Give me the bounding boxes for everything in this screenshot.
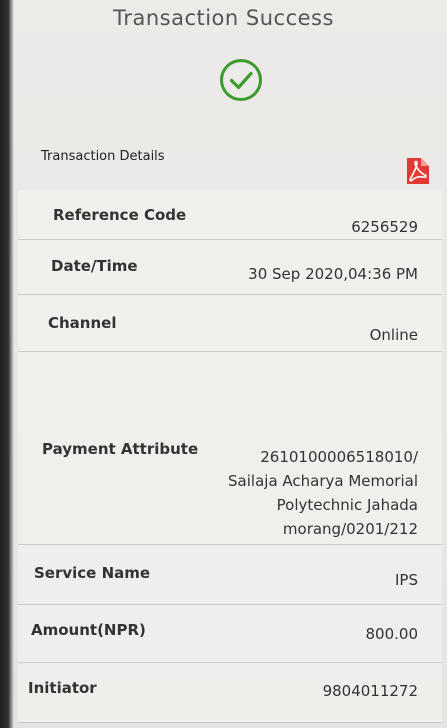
payment-attribute-line: Sailaja Acharya Memorial (228, 472, 418, 490)
service-name-label: Service Name (34, 564, 151, 582)
amount-label: Amount(NPR) (31, 621, 146, 639)
device-bezel (0, 0, 14, 728)
detail-row-amount: Amount(NPR) 800.00 (18, 605, 442, 663)
pdf-icon[interactable] (404, 157, 432, 185)
detail-row-date-time: Date/Time 30 Sep 2020,04:36 PM (18, 240, 442, 295)
detail-row-service-name: Service Name IPS (18, 545, 442, 605)
payment-attribute-line: 2610100006518010/ (260, 448, 418, 466)
transaction-details-label: Transaction Details (41, 149, 165, 164)
payment-attribute-line: Polytechnic Jahada (276, 496, 418, 514)
detail-row-reference-code: Reference Code 6256529 (18, 190, 442, 240)
payment-attribute-value: 2610100006518010/ Sailaja Acharya Memori… (228, 445, 418, 541)
transaction-details-table: Reference Code 6256529 Date/Time 30 Sep … (18, 190, 442, 723)
payment-attribute-label: Payment Attribute (42, 440, 199, 458)
reference-code-label: Reference Code (53, 206, 187, 224)
page-title: Transaction Success (113, 6, 334, 30)
reference-code-value: 6256529 (351, 218, 418, 236)
date-time-value: 30 Sep 2020,04:36 PM (248, 265, 418, 283)
detail-row-payment-attribute: Payment Attribute 2610100006518010/ Sail… (18, 352, 442, 545)
channel-value: Online (369, 326, 418, 344)
transaction-screen: Transaction Success Transaction Details … (0, 0, 447, 728)
payment-attribute-line: morang/0201/212 (282, 520, 418, 538)
check-circle-icon (220, 59, 262, 101)
channel-label: Channel (48, 314, 117, 332)
service-name-value: IPS (395, 571, 418, 589)
detail-row-channel: Channel Online (18, 295, 442, 352)
date-time-label: Date/Time (51, 257, 138, 275)
initiator-value: 9804011272 (322, 682, 418, 700)
initiator-label: Initiator (28, 679, 97, 697)
detail-row-initiator: Initiator 9804011272 (18, 663, 442, 723)
amount-value: 800.00 (365, 625, 419, 643)
